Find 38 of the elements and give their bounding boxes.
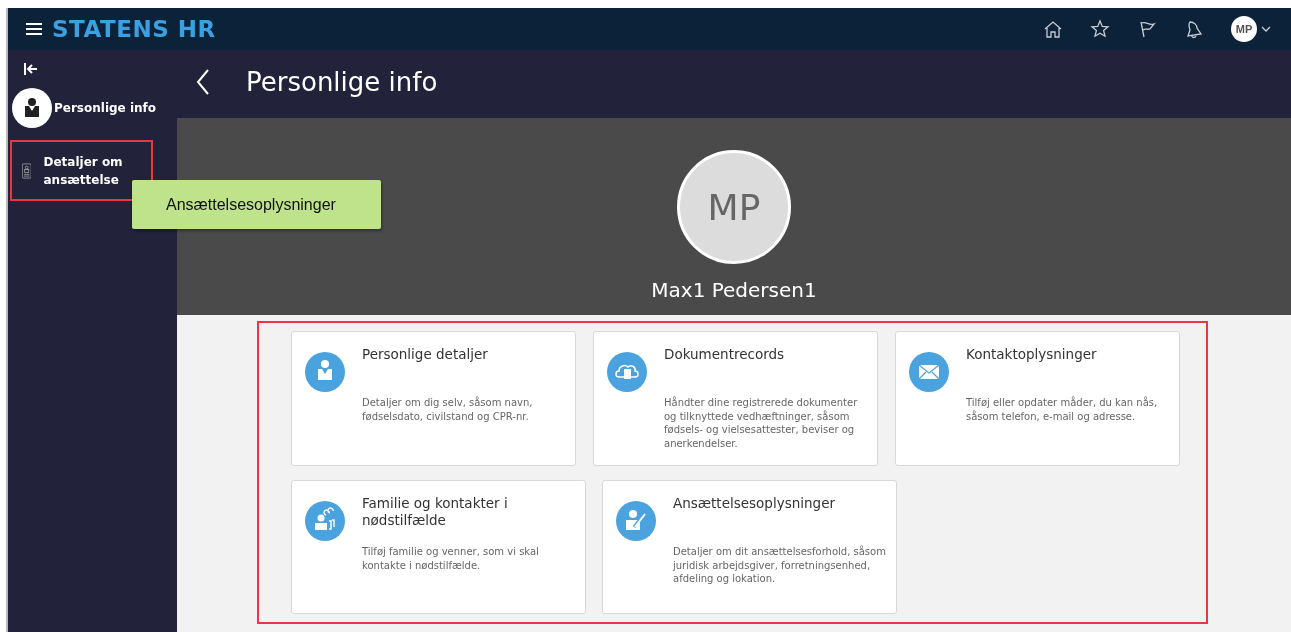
card[interactable]: Familie og kontakter i nødstilfælde Tilføj familie og venner, som vi skal kontakte i nødstilfælde.	[291, 480, 586, 614]
card-title: Ansættelsesoplysninger	[673, 495, 836, 513]
envelope-icon	[909, 352, 949, 392]
card[interactable]: Dokumentrecords Håndter dine registrerede dokumenter og tilknyttede vedhæftninger, såsom fødsels- og vielsesattester, beviser og anerkendelser.	[593, 331, 878, 466]
card[interactable]: Kontaktoplysninger Tilføj eller opdater måder, du kan nås, såsom telefon, e-mail og adresse.	[895, 331, 1180, 466]
card-description: Detaljer om dit ansættelsesforhold, såsom juridisk arbejdsgiver, forretningsenhed, afdeling og lokation.	[673, 545, 886, 586]
user-avatar: MP	[1231, 16, 1257, 42]
flag-icon[interactable]	[1137, 19, 1157, 39]
card-description: Håndter dine registrerede dokumenter og tilknyttede vedhæftninger, såsom fødsels- og vielsesattester, beviser og anerkendelser.	[664, 396, 859, 450]
bell-icon[interactable]	[1184, 19, 1204, 39]
card-description: Tilføj eller opdater måder, du kan nås, såsom telefon, e-mail og adresse.	[966, 396, 1159, 423]
card-title: Kontaktoplysninger	[966, 346, 1098, 364]
home-icon[interactable]	[1043, 19, 1063, 39]
card-title: Dokumentrecords	[664, 346, 786, 364]
profile-avatar: MP	[677, 150, 791, 264]
card-description: Detaljer om dig selv, såsom navn, fødselsdato, civilstand og CPR-nr.	[362, 396, 534, 423]
page-title: Personlige info	[246, 67, 438, 97]
card-title: Personlige detaljer	[362, 346, 489, 364]
chevron-down-icon	[1261, 26, 1271, 32]
user-menu-button[interactable]: MP	[1231, 16, 1271, 42]
person-icon	[305, 352, 345, 392]
person-icon	[12, 88, 52, 128]
app-logo[interactable]: STATENS HR	[52, 16, 216, 42]
collapse-icon[interactable]	[24, 63, 38, 75]
sidebar-item[interactable]: Detaljer om ansættelse	[10, 140, 153, 201]
people-icon	[305, 501, 345, 541]
card[interactable]: Personlige detaljer Detaljer om dig selv, såsom navn, fødselsdato, civilstand og CPR-nr.	[291, 331, 576, 466]
profile-name: Max1 Pedersen1	[651, 278, 817, 302]
card-description: Tilføj familie og venner, som vi skal kontakte i nødstilfælde.	[362, 545, 540, 572]
person-pencil-icon	[616, 501, 656, 541]
card-title: Familie og kontakter i nødstilfælde	[362, 495, 509, 530]
menu-icon[interactable]	[26, 23, 42, 35]
card[interactable]: Ansættelsesoplysninger Detaljer om dit ansættelsesforhold, såsom juridisk arbejdsgiver, forretningsenhed, afdeling og lokation.	[602, 480, 897, 614]
back-icon[interactable]	[196, 69, 210, 95]
cloud-document-icon	[607, 352, 647, 392]
tooltip: Ansættelsesoplysninger	[132, 180, 381, 229]
star-icon[interactable]	[1090, 19, 1110, 39]
sidebar-item[interactable]: Personlige info	[10, 86, 159, 130]
